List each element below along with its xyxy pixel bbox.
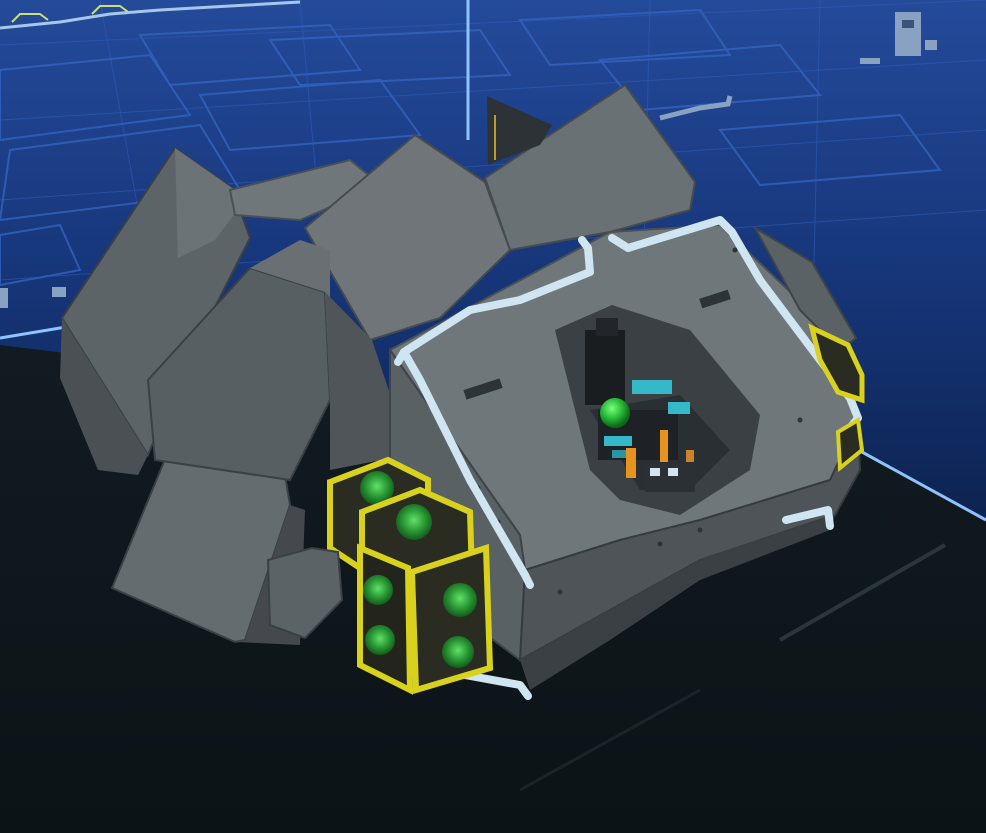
cockpit-screen[interactable] xyxy=(604,436,632,446)
module-canister[interactable] xyxy=(396,504,432,540)
module-canister[interactable] xyxy=(365,625,395,655)
cockpit-lever[interactable] xyxy=(626,448,636,478)
cockpit-panel[interactable] xyxy=(645,462,695,492)
cockpit-seat-back[interactable] xyxy=(585,330,625,405)
module-block[interactable] xyxy=(408,543,494,694)
green-status-sphere[interactable] xyxy=(600,398,630,428)
module-canister[interactable] xyxy=(442,636,474,668)
cockpit-screen[interactable] xyxy=(668,402,690,414)
cockpit-panel-light xyxy=(668,468,678,476)
cockpit-panel-light xyxy=(650,468,660,476)
module-canister[interactable] xyxy=(363,575,393,605)
cockpit-seat-top xyxy=(596,318,618,336)
game-viewport[interactable] xyxy=(0,0,986,833)
build-scene[interactable] xyxy=(0,0,986,833)
module-block[interactable] xyxy=(357,543,414,695)
module-canister[interactable] xyxy=(443,583,477,617)
cockpit-screen[interactable] xyxy=(632,380,672,394)
